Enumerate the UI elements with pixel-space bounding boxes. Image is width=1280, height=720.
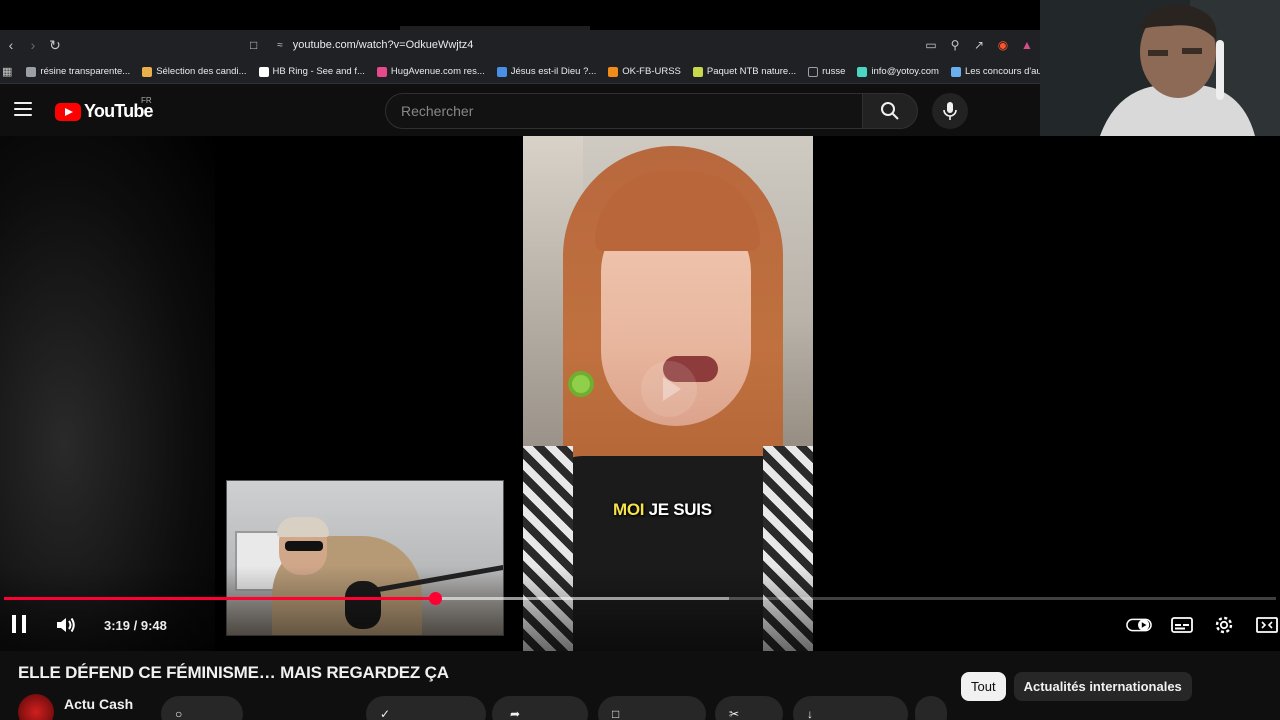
share-button[interactable]: ➦ [496, 696, 588, 720]
bookmark-item[interactable]: OK-FB-URSS [602, 60, 687, 83]
folder-icon [808, 66, 819, 77]
remix-icon: □ [612, 707, 620, 720]
info-icon [496, 66, 507, 77]
bookmark-item[interactable]: Sélection des candi... [136, 60, 252, 83]
bookmark-item[interactable]: HugAvenue.com res... [371, 60, 491, 83]
globe-icon [26, 66, 37, 77]
remix-button[interactable]: □ [598, 696, 706, 720]
webcam-overlay [1040, 0, 1280, 136]
scissors-icon: ✂ [729, 707, 740, 720]
bookmark-item[interactable]: résine transparente... [20, 60, 136, 83]
play-overlay-icon [641, 361, 697, 417]
bookmarks-bar: ▦ résine transparente... Sélection des ca… [0, 60, 1040, 84]
gear-icon [1215, 616, 1233, 634]
search-input[interactable] [401, 103, 862, 119]
theater-mode-button[interactable] [1254, 613, 1280, 637]
video-player[interactable]: MOI JE SUIS 3:19 / 9:48 [0, 136, 1280, 651]
download-button[interactable]: ↓ [793, 696, 908, 720]
ok-icon [608, 66, 619, 77]
doc-icon [142, 66, 153, 77]
bookmark-star-icon[interactable]: □ [250, 38, 257, 52]
url-field[interactable]: □ ≈ youtube.com/watch?v=OdkueWwjtz4 [250, 34, 473, 56]
progress-played [4, 597, 436, 600]
voice-search-button[interactable] [932, 93, 968, 129]
video-title: ELLE DÉFEND CE FÉMINISME… MAIS REGARDEZ … [18, 663, 449, 682]
search-icon [881, 102, 899, 120]
microphone-icon [943, 102, 957, 120]
bookmark-label: russe [822, 66, 846, 77]
youtube-play-logo-icon [55, 102, 81, 121]
settings-button[interactable] [1211, 613, 1237, 637]
search-box[interactable] [385, 93, 863, 129]
channel-name[interactable]: Actu Cash [64, 696, 133, 712]
search-button[interactable] [862, 93, 918, 129]
volume-icon[interactable] [54, 613, 78, 637]
brave-rewards-icon[interactable]: ▲ [1020, 38, 1034, 52]
t-icon [258, 66, 269, 77]
menu-icon[interactable] [14, 102, 32, 116]
bookmark-item[interactable]: Jésus est-il Dieu ?... [491, 60, 603, 83]
bookmark-label: Jésus est-il Dieu ?... [510, 66, 597, 77]
leaf-icon [692, 66, 703, 77]
subtitles-icon [1171, 617, 1193, 633]
heart-icon [376, 66, 387, 77]
share-arrow-icon: ➦ [510, 707, 521, 720]
cast-icon[interactable]: ▭ [924, 38, 938, 52]
bookmark-label: info@yotoy.com [871, 66, 939, 77]
apps-grid-icon[interactable]: ▦ [0, 65, 20, 78]
caption-highlight: MOI [613, 500, 645, 519]
back-icon[interactable]: ‹ [0, 34, 22, 56]
bookmark-item[interactable]: Les concours d'aute... [945, 60, 1040, 83]
video-caption: MOI JE SUIS [613, 500, 712, 520]
bookmark-label: OK-FB-URSS [622, 66, 681, 77]
browser-tab-strip [0, 0, 1040, 30]
notification-bell-button[interactable]: ○ [161, 696, 243, 720]
site-info-icon[interactable]: ≈ [277, 40, 283, 51]
bookmark-label: Les concours d'aute... [964, 66, 1040, 77]
reload-icon[interactable]: ↻ [44, 34, 66, 56]
bookmark-label: HugAvenue.com res... [390, 66, 485, 77]
download-icon: ↓ [807, 707, 813, 720]
bookmark-item[interactable]: russe [802, 60, 851, 83]
country-code: FR [141, 96, 152, 105]
earring-image [568, 371, 594, 397]
bookmark-item[interactable]: info@yotoy.com [851, 60, 945, 83]
time-display: 3:19 / 9:48 [104, 618, 167, 633]
bookmark-label: Paquet NTB nature... [706, 66, 797, 77]
autoplay-toggle-icon [1126, 618, 1152, 632]
thumbs-up-icon: ✓ [380, 707, 391, 720]
bookmark-label: Sélection des candi... [156, 66, 247, 77]
like-button[interactable]: ✓ [366, 696, 486, 720]
channel-avatar[interactable] [18, 694, 54, 720]
bookmark-label: résine transparente... [40, 66, 131, 77]
clip-button[interactable]: ✂ [715, 696, 783, 720]
bookmark-item[interactable]: Paquet NTB nature... [687, 60, 802, 83]
browser-address-bar: ‹ › ↻ □ ≈ youtube.com/watch?v=OdkueWwjtz… [0, 30, 1040, 60]
brave-shield-icon[interactable]: ◉ [996, 38, 1010, 52]
webcam-person-image [1040, 0, 1280, 136]
youtube-logo[interactable]: YouTube FR [55, 96, 154, 122]
pause-icon[interactable] [12, 615, 26, 633]
bookmark-label: HB Ring - See and f... [272, 66, 365, 77]
share-icon[interactable]: ↗ [972, 38, 986, 52]
autoplay-toggle[interactable] [1126, 613, 1152, 637]
more-button[interactable] [915, 696, 947, 720]
bell-icon: ○ [175, 707, 183, 720]
url-text[interactable]: youtube.com/watch?v=OdkueWwjtz4 [293, 39, 474, 51]
subtitles-button[interactable] [1169, 613, 1195, 637]
forward-icon[interactable]: › [22, 34, 44, 56]
theater-mode-icon [1256, 617, 1278, 633]
zoom-icon[interactable]: ⚲ [948, 38, 962, 52]
channel-row: Actu Cash ○ ✓ □ ➦ □ ✂ ↓ [18, 693, 1280, 720]
image-icon [950, 66, 961, 77]
player-controls: 3:19 / 9:48 [0, 611, 1280, 641]
youtube-header: YouTube FR [0, 0, 1280, 136]
progress-bar[interactable] [4, 592, 1276, 605]
bookmark-item[interactable]: HB Ring - See and f... [253, 60, 371, 83]
caption-text: JE SUIS [644, 500, 712, 519]
link-icon [857, 66, 868, 77]
